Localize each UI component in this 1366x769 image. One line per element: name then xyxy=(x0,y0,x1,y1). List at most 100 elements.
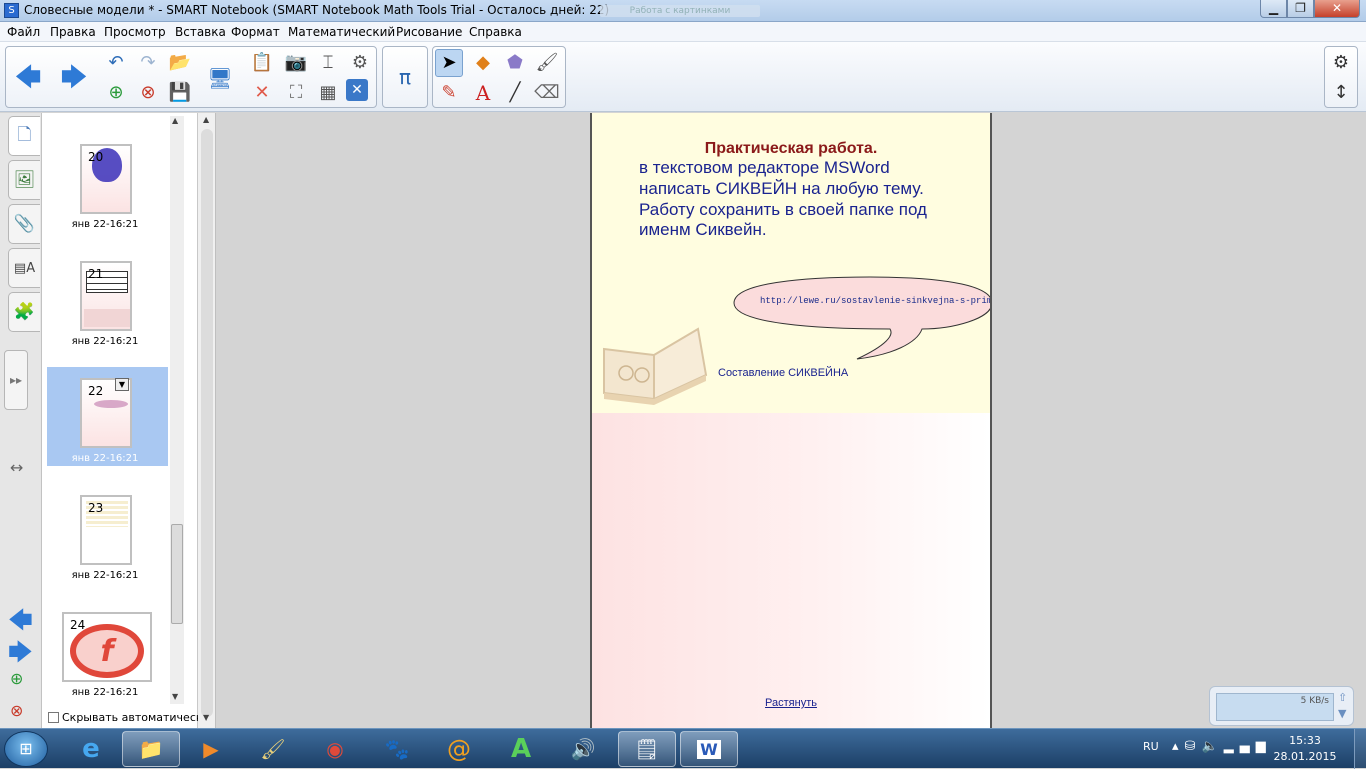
stretch-link[interactable]: Растянуть xyxy=(592,697,990,709)
taskbar-font[interactable]: A xyxy=(492,731,550,767)
taskbar-chrome[interactable]: ◉ xyxy=(306,731,364,767)
page-text-line[interactable]: именм Сиквейн. xyxy=(639,220,767,240)
thumb-menu-button[interactable]: ▼ xyxy=(115,378,129,391)
speech-bubble[interactable] xyxy=(722,273,992,365)
clear-button[interactable]: ✕ xyxy=(346,79,368,101)
arrow-right-icon: 🡆 xyxy=(60,63,88,93)
page-text-line[interactable]: Работу сохранить в своей папке под xyxy=(639,200,927,220)
table-button[interactable]: ▦ xyxy=(314,79,342,107)
open-button[interactable]: 📂 xyxy=(166,49,194,77)
full-screen-button[interactable]: ⛶ xyxy=(282,79,310,107)
delete-page-button[interactable]: ⊗ xyxy=(134,79,162,107)
notebook-page[interactable]: Практическая работа. в текстовом редакто… xyxy=(590,113,992,728)
tray-arrow-icon[interactable]: ▴ xyxy=(1172,739,1185,754)
show-desktop-button[interactable] xyxy=(1354,729,1366,769)
tools-button[interactable]: ⌶ xyxy=(314,49,342,77)
screen-shade-button[interactable]: 🖥 xyxy=(206,64,234,92)
menu-view[interactable]: Просмотр xyxy=(104,25,166,39)
scroll-down-icon[interactable]: ▼ xyxy=(172,692,178,701)
windows-logo-icon: ⊞ xyxy=(19,739,33,758)
page-text-line[interactable]: в текстовом редакторе MSWord xyxy=(639,158,890,178)
thumb-label: янв 22-16:21 xyxy=(71,570,139,581)
menu-help[interactable]: Справка xyxy=(469,25,522,39)
move-toolbar-button[interactable]: ↕ xyxy=(1327,79,1355,107)
ghost-title: Работа с картинками xyxy=(600,5,760,17)
tab-gallery[interactable]: 🖼 xyxy=(8,160,40,200)
taskbar-volume-app[interactable]: 🔊 xyxy=(554,731,612,767)
page-caption[interactable]: Составление СИКВЕЙНА xyxy=(718,367,848,379)
minimize-button[interactable]: ▁ xyxy=(1260,0,1287,18)
tray-signal-icon[interactable]: ▂▄▆ xyxy=(1224,739,1272,754)
language-indicator[interactable]: RU xyxy=(1143,740,1159,753)
tab-attachments[interactable]: 📎 xyxy=(8,204,40,244)
undo-button[interactable]: ↶ xyxy=(102,49,130,77)
sorter-scrollbar[interactable]: ▲ ▼ xyxy=(170,116,184,704)
menu-file[interactable]: Файл xyxy=(7,25,40,39)
menu-edit[interactable]: Правка xyxy=(50,25,96,39)
autohide-option[interactable]: Скрывать автоматическ xyxy=(48,711,203,724)
canvas-scrollbar[interactable]: ▲ ▼ xyxy=(198,113,216,728)
resize-horizontal-icon[interactable]: ↔ xyxy=(10,458,23,477)
redo-button[interactable]: ↷ xyxy=(134,49,162,77)
menu-format[interactable]: Формат xyxy=(231,25,280,39)
clock[interactable]: 15:33 28.01.2015 xyxy=(1272,733,1338,765)
tab-page-sorter[interactable]: 🗋 xyxy=(8,116,40,156)
canvas-scroll-thumb[interactable] xyxy=(201,129,213,717)
tab-addons[interactable]: 🧩 xyxy=(8,292,40,332)
page-link[interactable]: http://lewe.ru/sostavlenie-sinkvejna-s-p… xyxy=(760,296,990,306)
page-title[interactable]: Практическая работа. xyxy=(592,140,990,158)
menu-math[interactable]: Математический xyxy=(288,25,395,39)
taskbar-paint[interactable]: 🖌 xyxy=(244,731,302,767)
tray-volume-icon[interactable]: 🔈 xyxy=(1201,739,1223,754)
select-button[interactable]: ➤ xyxy=(435,49,463,77)
eraser2-icon: ⌫ xyxy=(534,82,560,103)
properties-button[interactable]: ⚙ xyxy=(346,49,374,77)
maximize-button[interactable]: ❐ xyxy=(1287,0,1314,18)
eraser-button[interactable]: ⌫ xyxy=(533,79,561,107)
tab-properties[interactable]: ▤A xyxy=(8,248,40,288)
shapes-button[interactable]: ◆ xyxy=(469,49,497,77)
forward-button[interactable]: 🡆 xyxy=(60,64,88,92)
back-button[interactable]: 🡄 xyxy=(14,64,42,92)
eraser-shape-button[interactable]: ⬟ xyxy=(501,49,529,77)
page-thumb-24[interactable]: f 24 xyxy=(62,612,152,682)
page-text-line[interactable]: написать СИКВЕЙН на любую тему. xyxy=(639,179,924,199)
math-button[interactable]: π xyxy=(391,63,419,91)
taskbar-media-player[interactable]: ▶ xyxy=(182,731,240,767)
screen-capture-button[interactable]: 📷 xyxy=(282,49,310,77)
sorter-scroll-thumb[interactable] xyxy=(171,524,183,624)
start-button[interactable]: ⊞ xyxy=(4,731,48,767)
network-meter[interactable]: 5 KB/s ⇧ ▼ xyxy=(1209,686,1354,726)
pens-button[interactable]: ✎ xyxy=(435,79,463,107)
fill-button[interactable]: 🖌 xyxy=(533,49,561,77)
tray-network-icon[interactable]: ⛁ xyxy=(1185,739,1202,754)
delete-button[interactable]: ✕ xyxy=(248,79,276,107)
taskbar-explorer[interactable]: 📁 xyxy=(122,731,180,767)
taskbar: ⊞ e 📁 ▶ 🖌 ◉ 🐾 @ A 🔊 🗒 W RU ▴⛁🔈▂▄▆ 15:33 … xyxy=(0,728,1366,769)
taskbar-mail[interactable]: @ xyxy=(430,731,488,767)
settings-button[interactable]: ⚙ xyxy=(1327,49,1355,77)
page-thumb-21[interactable]: 21 xyxy=(80,261,132,331)
line-button[interactable]: ╱ xyxy=(501,79,529,107)
menu-insert[interactable]: Вставка xyxy=(175,25,226,39)
text-button[interactable]: A xyxy=(469,79,497,107)
menu-draw[interactable]: Рисование xyxy=(396,25,462,39)
canvas-scroll-up-icon[interactable]: ▲ xyxy=(203,115,209,124)
close-button[interactable]: ✕ xyxy=(1314,0,1360,18)
add-page-button[interactable]: ⊕ xyxy=(102,79,130,107)
taskbar-smart-notebook[interactable]: 🗒 xyxy=(618,731,676,767)
taskbar-gimp[interactable]: 🐾 xyxy=(368,731,426,767)
rail-add-page-button[interactable]: ⊕ xyxy=(10,669,23,688)
scroll-up-icon[interactable]: ▲ xyxy=(172,116,178,125)
autohide-checkbox[interactable] xyxy=(48,712,59,723)
canvas-scroll-down-icon[interactable]: ▼ xyxy=(203,713,209,722)
save-button[interactable]: 💾 xyxy=(166,79,194,107)
rail-delete-page-button[interactable]: ⊗ xyxy=(10,701,23,720)
taskbar-word[interactable]: W xyxy=(680,731,738,767)
page-thumb-23[interactable]: 23 xyxy=(80,495,132,565)
page-thumb-20[interactable]: 20 xyxy=(80,144,132,214)
expand-handle[interactable]: ▸▸ xyxy=(4,350,28,410)
paste-button[interactable]: 📋 xyxy=(248,49,276,77)
taskbar-ie[interactable]: e xyxy=(62,731,120,767)
save-icon: 💾 xyxy=(168,82,192,103)
